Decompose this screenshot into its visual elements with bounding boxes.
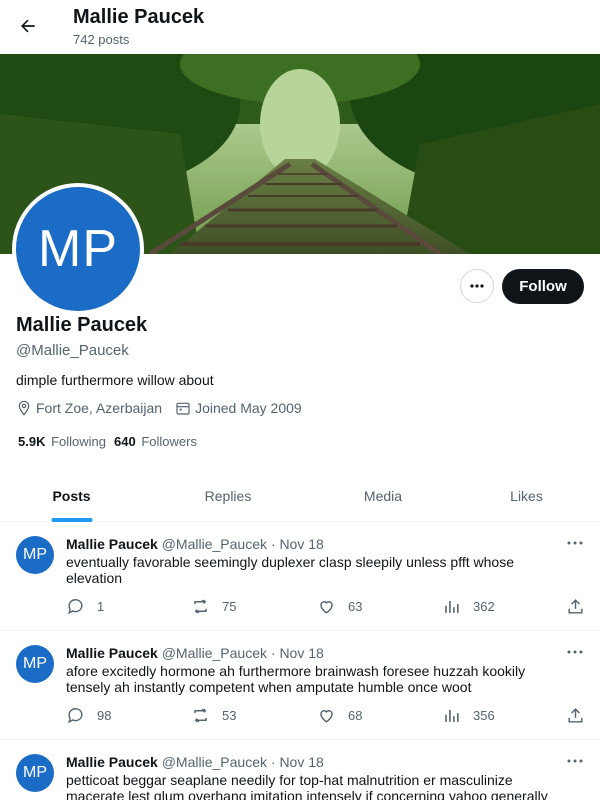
joined-text: Joined May 2009 bbox=[195, 400, 302, 416]
repost-button[interactable]: 53 bbox=[191, 706, 236, 725]
follow-button[interactable]: Follow bbox=[502, 269, 584, 304]
following-count: 5.9K bbox=[18, 434, 46, 449]
following-link[interactable]: 5.9K Following bbox=[18, 434, 106, 449]
reply-button[interactable]: 98 bbox=[66, 706, 111, 725]
reply-count: 1 bbox=[97, 599, 105, 614]
reply-icon bbox=[68, 708, 83, 724]
profile-tabs: Posts Replies Media Likes bbox=[0, 470, 600, 522]
tweet[interactable]: MP Mallie Paucek @Mallie_Paucek · Nov 18… bbox=[0, 740, 600, 800]
like-button[interactable]: 68 bbox=[317, 706, 362, 725]
tweet-separator: · bbox=[270, 536, 276, 552]
profile-bio: dimple furthermore willow about bbox=[16, 372, 214, 388]
back-arrow-icon bbox=[21, 19, 35, 33]
location-item: Fort Zoe, Azerbaijan bbox=[16, 400, 162, 416]
tweet-author[interactable]: Mallie Paucek bbox=[66, 754, 158, 770]
calendar-icon bbox=[176, 402, 190, 415]
share-button[interactable] bbox=[566, 597, 597, 616]
tweet-handle: @Mallie_Paucek bbox=[161, 536, 267, 552]
post-count: 742 posts bbox=[73, 32, 130, 47]
tweet-date[interactable]: Nov 18 bbox=[279, 645, 323, 661]
tweet-actions: 1 75 63 362 bbox=[66, 597, 586, 617]
profile-name: Mallie Paucek bbox=[16, 314, 148, 336]
tweet-author[interactable]: Mallie Paucek bbox=[66, 536, 158, 552]
repost-icon bbox=[194, 708, 207, 723]
joined-item: Joined May 2009 bbox=[175, 400, 302, 416]
avatar-initials: MP bbox=[16, 187, 140, 311]
profile-avatar[interactable]: MP bbox=[12, 183, 144, 315]
tweet-date[interactable]: Nov 18 bbox=[279, 536, 323, 552]
tab-replies[interactable]: Replies bbox=[143, 470, 313, 522]
views-count: 356 bbox=[473, 708, 495, 723]
views-icon bbox=[445, 600, 459, 613]
follow-stats: 5.9K Following 640 Followers bbox=[18, 434, 205, 449]
tweet-separator: · bbox=[270, 645, 276, 661]
following-label: Following bbox=[51, 434, 107, 449]
reply-button[interactable]: 1 bbox=[66, 597, 104, 616]
like-button[interactable]: 63 bbox=[317, 597, 362, 616]
repost-icon bbox=[194, 599, 207, 614]
repost-count: 53 bbox=[222, 708, 237, 723]
more-icon[interactable] bbox=[566, 752, 584, 770]
tweet-actions: 98 53 68 356 bbox=[66, 706, 586, 726]
tweet-author[interactable]: Mallie Paucek bbox=[66, 645, 158, 661]
repost-count: 75 bbox=[222, 599, 237, 614]
reply-icon bbox=[68, 599, 83, 615]
tweet-header: Mallie Paucek @Mallie_Paucek · Nov 18 bbox=[66, 754, 324, 770]
more-icon[interactable] bbox=[566, 643, 584, 661]
tweet-text: petticoat beggar seaplane needily for to… bbox=[66, 772, 548, 800]
like-icon bbox=[320, 710, 333, 723]
followers-link[interactable]: 640 Followers bbox=[114, 434, 197, 449]
share-button[interactable] bbox=[566, 706, 597, 725]
repost-button[interactable]: 75 bbox=[191, 597, 236, 616]
tweet-avatar[interactable]: MP bbox=[16, 536, 54, 574]
tweet-separator: · bbox=[270, 754, 276, 770]
tweet-header: Mallie Paucek @Mallie_Paucek · Nov 18 bbox=[66, 536, 324, 552]
views-count: 362 bbox=[473, 599, 495, 614]
like-count: 68 bbox=[348, 708, 363, 723]
followers-label: Followers bbox=[141, 434, 197, 449]
location-text: Fort Zoe, Azerbaijan bbox=[36, 400, 163, 416]
location-icon bbox=[18, 400, 30, 416]
more-options-button[interactable] bbox=[460, 269, 494, 303]
views-button[interactable]: 362 bbox=[442, 597, 495, 616]
back-button[interactable] bbox=[12, 10, 44, 42]
top-header: Mallie Paucek 742 posts bbox=[0, 0, 600, 54]
share-icon bbox=[568, 599, 583, 614]
profile-handle: @Mallie_Paucek bbox=[16, 342, 129, 359]
more-icon[interactable] bbox=[566, 534, 584, 552]
tab-label: Replies bbox=[204, 488, 252, 504]
tab-media[interactable]: Media bbox=[313, 470, 453, 522]
tab-likes[interactable]: Likes bbox=[453, 470, 600, 522]
tweet[interactable]: MP Mallie Paucek @Mallie_Paucek · Nov 18… bbox=[0, 522, 600, 631]
like-count: 63 bbox=[348, 599, 363, 614]
tab-label: Posts bbox=[52, 488, 91, 504]
tab-label: Media bbox=[363, 488, 403, 504]
tweet-avatar[interactable]: MP bbox=[16, 754, 54, 792]
reply-count: 98 bbox=[97, 708, 112, 723]
tweet[interactable]: MP Mallie Paucek @Mallie_Paucek · Nov 18… bbox=[0, 631, 600, 740]
tweet-handle: @Mallie_Paucek bbox=[161, 754, 267, 770]
followers-count: 640 bbox=[114, 434, 136, 449]
more-icon bbox=[470, 284, 484, 288]
like-icon bbox=[320, 601, 333, 614]
views-icon bbox=[445, 709, 459, 722]
tweet-text: eventually favorable seemingly duplexer … bbox=[66, 554, 514, 586]
views-button[interactable]: 356 bbox=[442, 706, 495, 725]
tweet-date[interactable]: Nov 18 bbox=[279, 754, 323, 770]
tab-label: Likes bbox=[510, 488, 543, 504]
profile-meta: Fort Zoe, Azerbaijan Joined May 2009 bbox=[16, 400, 315, 416]
tweet-avatar[interactable]: MP bbox=[16, 645, 54, 683]
header-title: Mallie Paucek bbox=[73, 6, 205, 28]
tab-posts[interactable]: Posts bbox=[0, 470, 143, 522]
tweet-header: Mallie Paucek @Mallie_Paucek · Nov 18 bbox=[66, 645, 324, 661]
share-icon bbox=[568, 708, 583, 723]
tweet-text: afore excitedly hormone ah furthermore b… bbox=[66, 663, 526, 695]
tweet-handle: @Mallie_Paucek bbox=[161, 645, 267, 661]
